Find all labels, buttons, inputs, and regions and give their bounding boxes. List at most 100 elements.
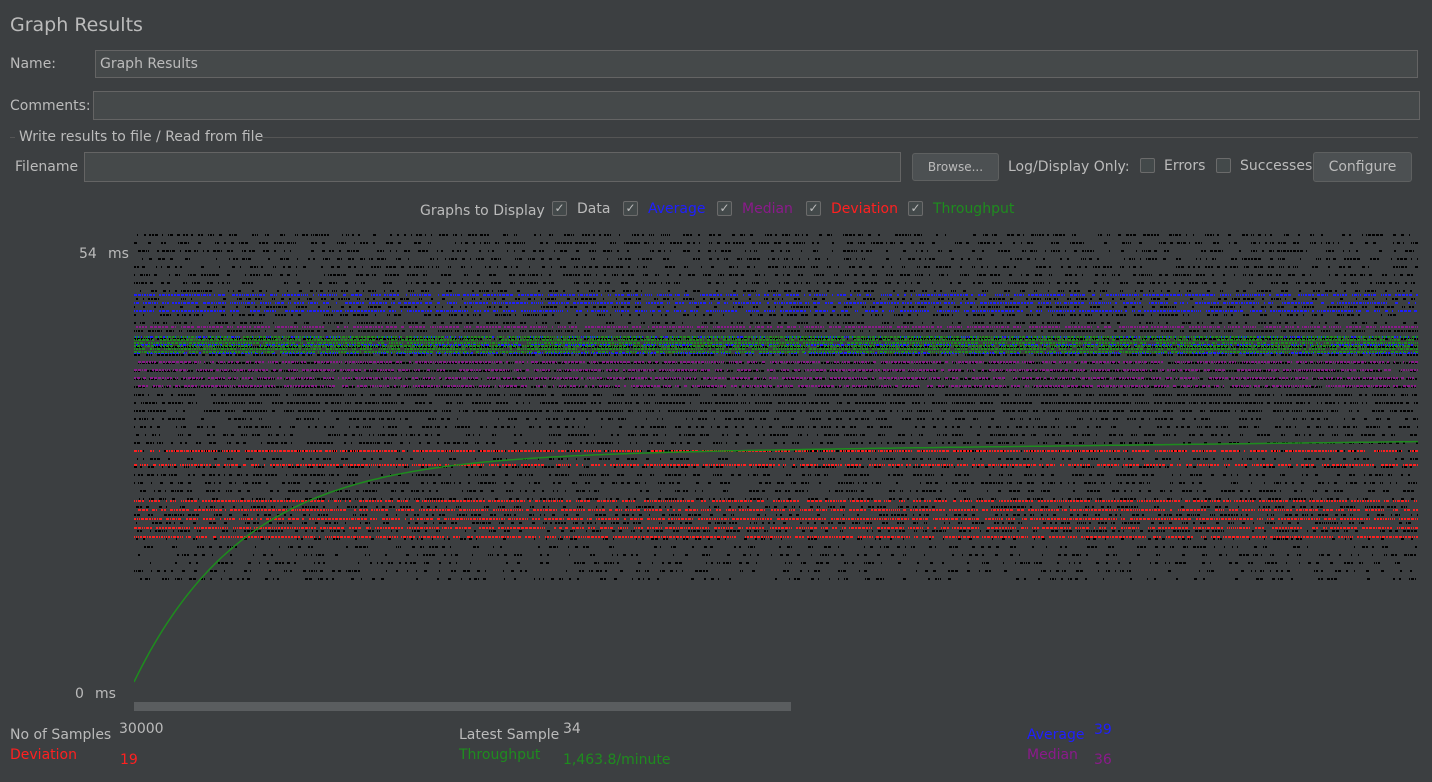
graphs-to-display-label: Graphs to Display: [420, 203, 545, 219]
median-line-row: [134, 377, 1414, 379]
filename-label: Filename: [15, 159, 79, 175]
average-option-label: Average: [648, 201, 706, 217]
y-max-label: 54: [79, 246, 97, 262]
deviation-checkbox[interactable]: ✓: [806, 201, 821, 216]
data-points-row: [138, 554, 1416, 556]
deviation-line-row: [134, 536, 1419, 538]
deviation-line-row: [134, 527, 1418, 529]
name-input[interactable]: [95, 50, 1418, 78]
data-points-row: [144, 546, 1417, 548]
data-points-row: [134, 330, 1419, 332]
data-points-row: [134, 306, 1414, 308]
data-points-row: [138, 250, 1414, 252]
deviation-line-row: [134, 518, 1419, 520]
data-points-row: [136, 434, 1417, 436]
data-points-row: [150, 562, 1400, 564]
average-checkbox[interactable]: ✓: [623, 201, 638, 216]
section-divider-right: [262, 137, 1418, 138]
file-section-title: Write results to file / Read from file: [19, 129, 264, 145]
graph-results-plot: [133, 234, 1420, 683]
log-display-label: Log/Display Only:: [1008, 159, 1130, 175]
data-points-row: [134, 570, 1412, 572]
data-points-row: [134, 482, 1417, 484]
median-stat-label: Median: [1027, 747, 1078, 763]
data-points-row: [134, 322, 1417, 324]
y-min-label: 0: [75, 686, 84, 702]
throughput-line: [133, 440, 1418, 683]
data-points-row: [134, 402, 1418, 404]
deviation-stat-label: Deviation: [10, 747, 77, 763]
data-points-row: [134, 282, 1415, 284]
deviation-line-row: [134, 464, 1420, 466]
data-points-row: [134, 274, 1413, 276]
data-points-row: [134, 394, 1417, 396]
y-max-unit: ms: [108, 246, 129, 262]
throughput-stat-value: 1,463.8/minute: [563, 752, 671, 768]
data-points-row: [134, 474, 1410, 476]
median-line-row: [138, 361, 1418, 363]
median-line-row: [136, 326, 1418, 328]
throughput-stat-label: Throughput: [459, 747, 541, 763]
data-points-row: [137, 234, 1410, 236]
data-option-label: Data: [577, 201, 611, 217]
throughput-band-row: [134, 345, 1420, 347]
data-points-row: [142, 258, 1418, 260]
average-stat-label: Average: [1027, 727, 1085, 743]
no-of-samples-value: 30000: [119, 721, 164, 737]
deviation-stat-value: 19: [120, 752, 138, 768]
y-min-unit: ms: [95, 686, 116, 702]
data-points-row: [134, 514, 1419, 516]
throughput-band-row: [134, 351, 1418, 353]
data-points-row: [134, 418, 1420, 420]
deviation-line-row: [138, 509, 1418, 511]
browse-button[interactable]: Browse...: [912, 153, 999, 181]
latest-sample-label: Latest Sample: [459, 727, 560, 743]
median-stat-value: 36: [1094, 752, 1112, 768]
average-line-row: [134, 310, 1417, 312]
data-points-row: [137, 530, 1417, 532]
panel-title: Graph Results: [10, 14, 143, 36]
horizontal-scrollbar[interactable]: [134, 702, 791, 711]
median-line-row: [138, 385, 1416, 387]
data-checkbox[interactable]: ✓: [552, 201, 567, 216]
data-points-row: [140, 290, 1412, 292]
data-points-row: [136, 522, 1411, 524]
data-points-row: [139, 498, 1414, 500]
throughput-band-row: [134, 342, 1419, 344]
throughput-band-row: [134, 339, 1414, 341]
filename-input[interactable]: [84, 152, 901, 182]
deviation-line-row: [134, 500, 1417, 502]
data-points-row: [136, 538, 1413, 540]
configure-button[interactable]: Configure: [1313, 152, 1412, 182]
comments-input[interactable]: [93, 91, 1420, 120]
data-points-row: [134, 266, 1418, 268]
deviation-option-label: Deviation: [831, 201, 898, 217]
data-points-row: [140, 578, 1416, 580]
data-points-row: [136, 298, 1415, 300]
average-line-row: [134, 302, 1416, 304]
throughput-checkbox[interactable]: ✓: [908, 201, 923, 216]
data-points-row: [134, 466, 1412, 468]
section-divider-left: [10, 137, 15, 138]
successes-label: Successes: [1240, 158, 1313, 174]
throughput-option-label: Throughput: [933, 201, 1015, 217]
data-points-row: [134, 314, 1396, 316]
average-stat-value: 39: [1094, 722, 1112, 738]
median-checkbox[interactable]: ✓: [717, 201, 732, 216]
latest-sample-value: 34: [563, 721, 581, 737]
data-points-row: [134, 410, 1413, 412]
errors-checkbox[interactable]: [1140, 158, 1155, 173]
graph-plot-area: [133, 232, 1420, 690]
successes-checkbox[interactable]: [1216, 158, 1231, 173]
data-points-row: [137, 458, 1418, 460]
errors-label: Errors: [1164, 158, 1206, 174]
name-label: Name:: [10, 56, 57, 72]
data-points-row: [134, 354, 1418, 356]
data-points-row: [134, 426, 1418, 428]
data-points-row: [136, 506, 1407, 508]
no-of-samples-label: No of Samples: [10, 727, 112, 743]
throughput-band-row: [134, 348, 1419, 350]
comments-label: Comments:: [10, 98, 91, 114]
average-line-row: [134, 294, 1419, 296]
data-points-row: [134, 242, 1418, 244]
